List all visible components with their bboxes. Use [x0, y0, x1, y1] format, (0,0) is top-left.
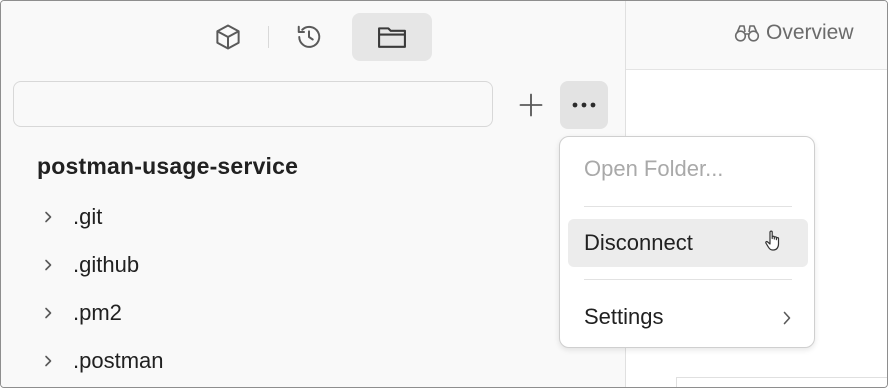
- chevron-right-icon: [41, 354, 63, 368]
- overview-tab[interactable]: Overview: [734, 21, 854, 45]
- menu-item-label: Open Folder...: [584, 156, 724, 181]
- files-tab-button[interactable]: [352, 13, 432, 61]
- search-field[interactable]: [13, 81, 493, 127]
- tree-item-pm2[interactable]: .pm2: [41, 293, 122, 333]
- chevron-right-icon: [41, 258, 63, 272]
- tree-item-git[interactable]: .git: [41, 197, 102, 237]
- tree-item-label: .git: [73, 204, 103, 229]
- overview-tab-label: Overview: [766, 21, 854, 44]
- collections-tab-button[interactable]: [204, 13, 252, 61]
- menu-item-settings[interactable]: Settings: [568, 293, 808, 341]
- chevron-right-icon: [41, 210, 63, 224]
- tree-root-folder[interactable]: postman-usage-service: [37, 153, 298, 180]
- toolbar-divider: [268, 26, 269, 48]
- more-horizontal-icon: [572, 102, 596, 108]
- search-input[interactable]: [14, 82, 492, 126]
- tree-item-label: .github: [73, 252, 140, 277]
- cube-icon: [216, 24, 240, 50]
- folder-icon: [378, 27, 406, 48]
- app-window: postman-usage-service .git .github .pm2 …: [0, 0, 888, 388]
- explorer-pane: postman-usage-service .git .github .pm2 …: [1, 1, 626, 387]
- menu-item-open-folder: Open Folder...: [568, 145, 808, 193]
- menu-item-label: Disconnect: [584, 230, 693, 255]
- tree-item-label: .postman: [73, 348, 164, 373]
- editor-content-edge: [676, 377, 887, 387]
- chevron-right-icon: [780, 307, 794, 333]
- more-options-button[interactable]: [560, 81, 608, 129]
- history-icon: [297, 25, 321, 48]
- history-tab-button[interactable]: [285, 13, 333, 61]
- add-button[interactable]: [508, 82, 554, 128]
- tree-item-postman[interactable]: .postman: [41, 341, 164, 381]
- editor-tab-bar: Overview: [626, 1, 887, 70]
- menu-divider: [584, 279, 792, 280]
- menu-item-label: Settings: [584, 304, 664, 329]
- chevron-right-icon: [41, 306, 63, 320]
- tree-item-label: .pm2: [73, 300, 122, 325]
- plus-icon: [519, 93, 543, 117]
- menu-divider: [584, 206, 792, 207]
- menu-item-disconnect[interactable]: Disconnect: [568, 219, 808, 267]
- tree-item-github[interactable]: .github: [41, 245, 139, 285]
- binoculars-icon: [734, 25, 760, 42]
- hand-cursor-icon: [764, 229, 784, 259]
- explorer-toolbar: [1, 13, 625, 61]
- more-options-menu: Open Folder... Disconnect Settings: [559, 136, 815, 348]
